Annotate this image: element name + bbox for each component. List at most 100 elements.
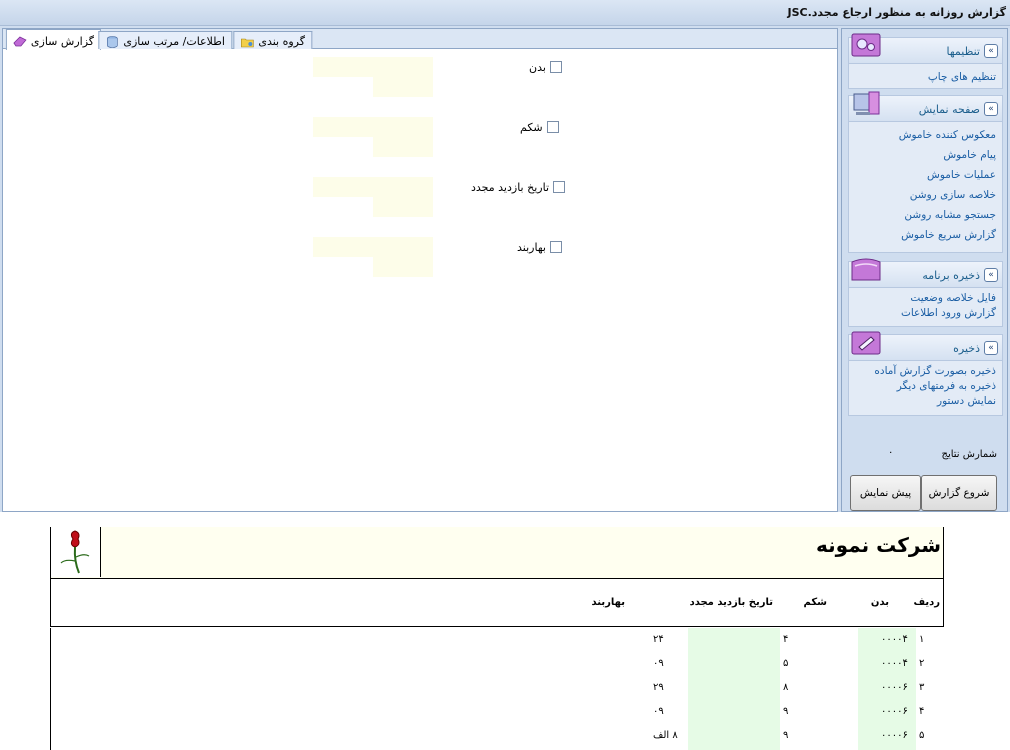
tab-strip: گزارش سازی اطلاعات/ مرتب سازی گروه بندی (3, 29, 837, 50)
cell-barn: ۰۹ (653, 706, 664, 717)
field-checkbox-revisit-date[interactable] (553, 181, 566, 193)
report-header: شرکت نمونه (50, 527, 944, 579)
tab-label: گزارش سازی (30, 34, 94, 48)
field-row-body: بدن (529, 59, 562, 75)
main-window: گزارش سازی اطلاعات/ مرتب سازی گروه بندی … (0, 26, 1010, 512)
field-config-belly[interactable] (313, 117, 433, 137)
field-row-belly: شکم (520, 119, 559, 135)
group-header[interactable]: صفحه نمایش « (849, 91, 1002, 122)
collapse-button[interactable]: « (984, 268, 998, 282)
link-save-other-formats[interactable]: ذخیره به فرمتهای دیگر (849, 379, 1002, 394)
field-config-belly-sub[interactable] (373, 137, 433, 157)
link-print-settings[interactable]: تنظیم های چاپ (849, 67, 1002, 87)
table-row: ۵ ۰۰۰۰۶ ۹ ۸ الف (51, 724, 945, 748)
table-row: ۱ ۰۰۰۰۴ ۴ ۲۴ (51, 628, 945, 652)
cell-barn: ۰۹ (653, 658, 664, 669)
cell-belly: ۹ (783, 706, 789, 717)
group-display: صفحه نمایش « معکوس کننده خاموش پیام خامو… (848, 91, 1003, 253)
tab-label: اطلاعات/ مرتب سازی (123, 35, 225, 48)
cell-row: ۵ (919, 730, 925, 741)
folder-icon (241, 38, 254, 47)
save-program-icon (851, 258, 881, 281)
table-row: ۴ ۰۰۰۰۶ ۹ ۰۹ (51, 700, 945, 724)
start-report-label: شروع گزارش (928, 487, 990, 499)
field-config-body-sub[interactable] (373, 77, 433, 97)
link-status-summary-file[interactable]: فایل خلاصه وضعیت (849, 291, 1002, 306)
cell-belly: ۹ (783, 730, 789, 741)
field-label-belly: شکم (520, 120, 543, 134)
cell-barn: ۲۴ (653, 634, 664, 645)
tab-label: گروه بندی (258, 35, 305, 48)
cell-row: ۲ (919, 658, 925, 669)
cell-body: ۰۰۰۰۶ (881, 682, 908, 693)
results-count-label: شمارش نتایج (941, 449, 997, 460)
link-message-off[interactable]: پیام خاموش (849, 145, 1002, 165)
group-header[interactable]: تنظیمها « (849, 33, 1002, 64)
group-settings: تنظیمها « تنظیم های چاپ (848, 33, 1003, 89)
field-checkbox-belly[interactable] (546, 121, 559, 133)
start-report-button[interactable]: شروع گزارش (921, 475, 997, 511)
database-icon (107, 35, 118, 48)
link-quick-report-off[interactable]: گزارش سریع خاموش (849, 225, 1002, 245)
gears-icon (851, 33, 881, 57)
tab-grouping[interactable]: گروه بندی (233, 31, 312, 49)
cell-belly: ۴ (783, 634, 789, 645)
cell-body: ۰۰۰۰۶ (881, 730, 908, 741)
eraser-icon (13, 36, 27, 47)
monitor-icon (853, 91, 880, 115)
results-count-value: ۰ (888, 447, 894, 458)
link-similar-search-on[interactable]: جستجو مشابه روشن (849, 205, 1002, 225)
link-operations-off[interactable]: عملیات خاموش (849, 165, 1002, 185)
group-header[interactable]: ذخیره برنامه « (849, 258, 1002, 288)
tab-data-sort[interactable]: اطلاعات/ مرتب سازی (98, 31, 232, 49)
report-logo (51, 527, 101, 577)
cell-body: ۰۰۰۰۴ (881, 658, 908, 669)
cell-row: ۱ (919, 634, 925, 645)
cell-body: ۰۰۰۰۴ (881, 634, 908, 645)
col-header-row: ردیف (913, 597, 940, 608)
collapse-button[interactable]: « (984, 341, 998, 355)
window-title: گزارش روزانه به منظور ارجاع مجدد.JSC (787, 6, 1006, 19)
options-pane: تنظیمها « تنظیم های چاپ صفحه نمایش « معک… (841, 28, 1008, 512)
collapse-button[interactable]: « (984, 102, 998, 116)
field-config-barn[interactable] (313, 237, 433, 257)
cell-barn: ۲۹ (653, 682, 664, 693)
link-show-command[interactable]: نمایش دستور (849, 394, 1002, 409)
link-reverser-off[interactable]: معکوس کننده خاموش (849, 125, 1002, 145)
group-title: تنظیمها (946, 45, 980, 58)
link-data-entry-report[interactable]: گزارش ورود اطلاعات (849, 306, 1002, 321)
save-icon (851, 331, 881, 355)
tab-panel: گزارش سازی اطلاعات/ مرتب سازی گروه بندی … (2, 28, 838, 512)
table-row: ۲ ۰۰۰۰۴ ۵ ۰۹ (51, 652, 945, 676)
field-config-body[interactable] (313, 57, 433, 77)
cell-barn: ۸ الف (653, 730, 678, 741)
link-summarize-on[interactable]: خلاصه سازی روشن (849, 185, 1002, 205)
group-header[interactable]: ذخیره « (849, 331, 1002, 361)
results-count: شمارش نتایج ۰ (848, 447, 1003, 463)
tab-report-building[interactable]: گزارش سازی (5, 29, 101, 50)
preview-button[interactable]: پیش نمایش (850, 475, 921, 511)
field-checkbox-barn[interactable] (549, 241, 562, 253)
group-save: ذخیره « ذخیره بصورت گزارش آماده ذخیره به… (848, 331, 1003, 416)
title-bar: گزارش روزانه به منظور ارجاع مجدد.JSC (0, 0, 1010, 26)
field-label-revisit-date: تاریخ بازدید مجدد (471, 180, 550, 194)
report-company-name: شرکت نمونه (816, 533, 941, 557)
field-checkbox-body[interactable] (549, 61, 562, 73)
table-row: ۳ ۰۰۰۰۶ ۸ ۲۹ (51, 676, 945, 700)
col-header-revisit-date: تاریخ بازدید مجدد (689, 597, 773, 608)
group-save-program: ذخیره برنامه « فایل خلاصه وضعیت گزارش ور… (848, 258, 1003, 327)
field-config-barn-sub[interactable] (373, 257, 433, 277)
collapse-button[interactable]: « (984, 44, 998, 58)
field-config-revisit-date-sub[interactable] (373, 197, 433, 217)
cell-belly: ۵ (783, 658, 789, 669)
field-config-revisit-date[interactable] (313, 177, 433, 197)
cell-row: ۳ (919, 682, 925, 693)
field-row-revisit-date: تاریخ بازدید مجدد (471, 179, 566, 195)
col-header-belly: شکم (803, 597, 828, 608)
cell-row: ۴ (919, 706, 925, 717)
rose-icon (60, 530, 90, 574)
field-row-barn: بهاربند (517, 239, 562, 255)
field-label-body: بدن (529, 60, 546, 74)
report-preview: شرکت نمونه ردیف بدن شکم تاریخ بازدید مجد… (50, 527, 944, 750)
link-save-as-ready-report[interactable]: ذخیره بصورت گزارش آماده (849, 364, 1002, 379)
